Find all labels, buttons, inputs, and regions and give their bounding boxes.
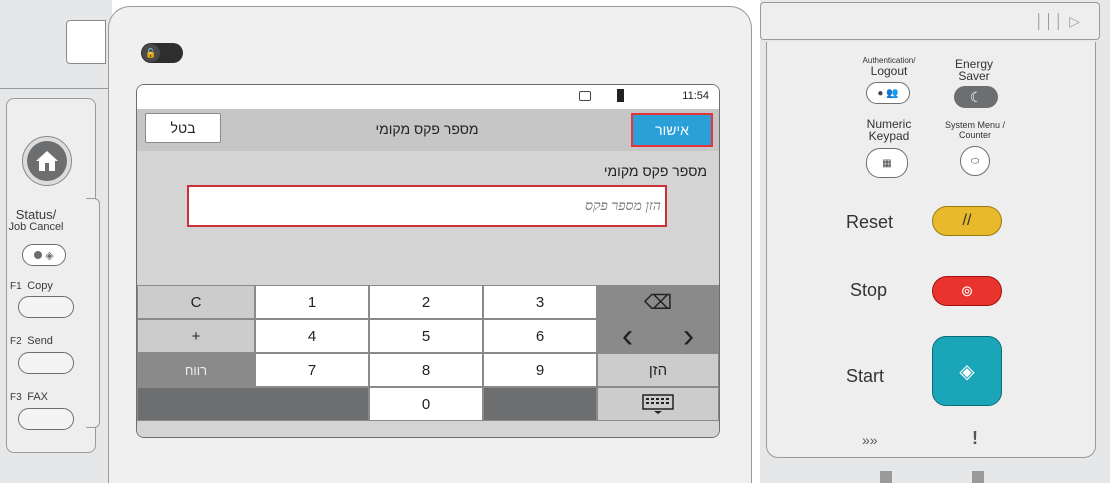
cancel-button[interactable]: בטל [145, 113, 221, 143]
auth-logout-label: Authentication/ Logout [852, 56, 926, 77]
key-1[interactable]: 1 [255, 285, 369, 319]
fax-number-input[interactable] [187, 185, 667, 227]
f1-copy-button[interactable] [18, 296, 74, 318]
keypad-icon: ▦ [882, 157, 892, 169]
processing-indicator-icon: »» [862, 432, 878, 448]
left-device-tab [66, 20, 106, 64]
status-label: Status/ [15, 207, 57, 222]
key-2[interactable]: 2 [369, 285, 483, 319]
numeric-keypad-button[interactable]: ▦ [866, 148, 908, 178]
status-job-cancel-button[interactable]: ◈ [22, 244, 66, 266]
touch-screen: 11:54 בטל מספר פקס מקומי אישור מספר פקס … [136, 84, 720, 438]
input-area: מספר פקס מקומי [137, 151, 719, 285]
f3-label: F3 FAX [10, 391, 48, 403]
keypad: C 1 2 3 ⌫ + 4 5 6 ‹ › רווח 7 8 9 הזן 0 [137, 285, 719, 437]
menu-arrow-icon: │││ ▷ [1035, 13, 1081, 29]
home-button[interactable] [22, 136, 72, 186]
status-job-cancel-label: Status/ Job Cancel [6, 208, 66, 234]
reset-button[interactable]: // [932, 206, 1002, 236]
system-menu-label: System Menu / Counter [940, 120, 1010, 140]
left-panel-notch [86, 198, 100, 428]
keyboard-icon [642, 394, 674, 414]
system-menu-button[interactable]: ⬭ [960, 146, 990, 176]
f2-label: F2 Send [10, 335, 53, 347]
f1-label: F1 Copy [10, 280, 53, 292]
chevron-left-icon: ‹ [621, 317, 634, 355]
blank-key-right [483, 387, 597, 421]
stop-button[interactable]: ⊚ [932, 276, 1002, 306]
lock-toggle[interactable]: 🔓 [141, 43, 183, 63]
home-icon [27, 141, 67, 181]
panel-foot-left [880, 471, 892, 483]
f2-send-text: Send [27, 335, 53, 347]
panel-foot-right [972, 471, 984, 483]
device-status-icon [617, 89, 624, 102]
f3-fax-button[interactable] [18, 408, 74, 430]
numeric-keypad-label: Numeric Keypad [852, 118, 926, 142]
cursor-left-key[interactable]: ‹ [597, 319, 658, 353]
energy-saver-button[interactable]: ☾ [954, 86, 998, 108]
reset-icon: // [962, 212, 972, 229]
key-8[interactable]: 8 [369, 353, 483, 387]
start-label: Start [846, 366, 885, 386]
job-cancel-icon: ◈ [45, 249, 54, 262]
key-0[interactable]: 0 [369, 387, 483, 421]
hide-keyboard-key[interactable] [597, 387, 719, 421]
job-cancel-label: Job Cancel [8, 221, 64, 233]
attention-indicator-icon: ! [972, 428, 978, 448]
key-7[interactable]: 7 [255, 353, 369, 387]
chevron-right-icon: › [682, 317, 695, 355]
energy-line2: Saver [958, 69, 990, 83]
page-title: מספר פקס מקומי [375, 121, 479, 137]
space-key[interactable]: רווח [137, 353, 255, 387]
energy-saver-label: Energy Saver [944, 58, 1004, 82]
cast-icon [579, 91, 591, 101]
sysmenu-line1: System Menu / [944, 120, 1006, 130]
backspace-key[interactable]: ⌫ [597, 285, 719, 319]
f2-send-button[interactable] [18, 352, 74, 374]
key-9[interactable]: 9 [483, 353, 597, 387]
stop-label: Stop [850, 280, 888, 300]
blank-key-left [137, 387, 369, 421]
enter-key[interactable]: הזן [597, 353, 719, 387]
left-panel-divider [0, 88, 112, 89]
stop-icon: ⊚ [960, 283, 974, 300]
sysmenu-line2: Counter [958, 130, 992, 140]
key-4[interactable]: 4 [255, 319, 369, 353]
ok-button[interactable]: אישור [631, 113, 713, 147]
backspace-icon: ⌫ [643, 291, 673, 314]
auth-line2: Logout [870, 64, 908, 78]
f1-key-text: F1 [10, 281, 22, 292]
status-dot-icon [34, 251, 43, 259]
f2-key-text: F2 [10, 336, 22, 347]
clear-key[interactable]: C [137, 285, 255, 319]
fax-number-label: מספר פקס מקומי [603, 163, 707, 179]
f1-copy-text: Copy [27, 280, 53, 292]
start-icon: ◈ [959, 360, 975, 383]
cursor-right-key[interactable]: › [658, 319, 719, 353]
auth-logout-button[interactable]: ● 👥 [866, 82, 910, 104]
unlock-icon: 🔓 [142, 44, 160, 62]
key-5[interactable]: 5 [369, 319, 483, 353]
right-top-strip: │││ ▷ [760, 2, 1100, 40]
auth-user-icon: ● 👥 [877, 87, 899, 99]
key-6[interactable]: 6 [483, 319, 597, 353]
status-time: 11:54 [682, 90, 709, 102]
moon-icon: ☾ [969, 88, 983, 105]
title-bar: בטל מספר פקס מקומי אישור [137, 109, 719, 151]
status-bar: 11:54 [137, 85, 719, 109]
key-3[interactable]: 3 [483, 285, 597, 319]
numeric-line2: Keypad [868, 129, 910, 143]
reset-label: Reset [846, 212, 894, 232]
plus-key[interactable]: + [137, 319, 255, 353]
system-menu-icon: ⬭ [970, 155, 980, 167]
start-button[interactable]: ◈ [932, 336, 1002, 406]
right-button-panel [766, 42, 1096, 458]
f3-key-text: F3 [10, 392, 22, 403]
f3-fax-text: FAX [27, 391, 49, 403]
